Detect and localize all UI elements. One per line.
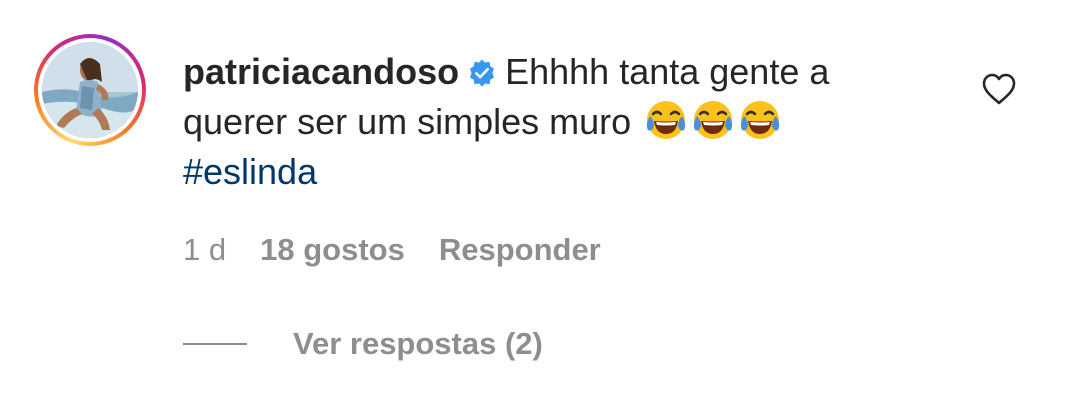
avatar-story-ring[interactable] (34, 34, 146, 146)
view-replies-button[interactable]: Ver respostas (2) (183, 322, 543, 366)
avatar-gap (38, 38, 142, 142)
comment-text-line2: querer ser um simples muro (183, 101, 632, 142)
tears-of-joy-emoji-icon (741, 101, 780, 139)
reply-button[interactable]: Responder (439, 232, 601, 268)
tears-of-joy-emoji-icon (694, 101, 733, 139)
comment-body: patriciacandoso Ehhhh tanta gente a quer… (183, 47, 943, 197)
avatar-image (42, 42, 138, 138)
verified-badge-icon (470, 59, 495, 87)
view-replies-label: Ver respostas (2) (293, 326, 543, 361)
avatar[interactable] (42, 42, 138, 138)
comment-username[interactable]: patriciacandoso (183, 51, 459, 92)
heart-outline-icon[interactable] (981, 72, 1017, 106)
replies-divider-line (183, 343, 247, 345)
comment-meta: 1 d 18 gostos Responder (183, 228, 601, 272)
comment-likes-count[interactable]: 18 gostos (260, 232, 405, 268)
comment-hashtag-link[interactable]: #eslinda (183, 147, 943, 197)
tears-of-joy-emoji-icon (647, 101, 686, 139)
comment-text-line1: Ehhhh tanta gente a (505, 51, 830, 92)
comment-timestamp: 1 d (183, 232, 227, 267)
